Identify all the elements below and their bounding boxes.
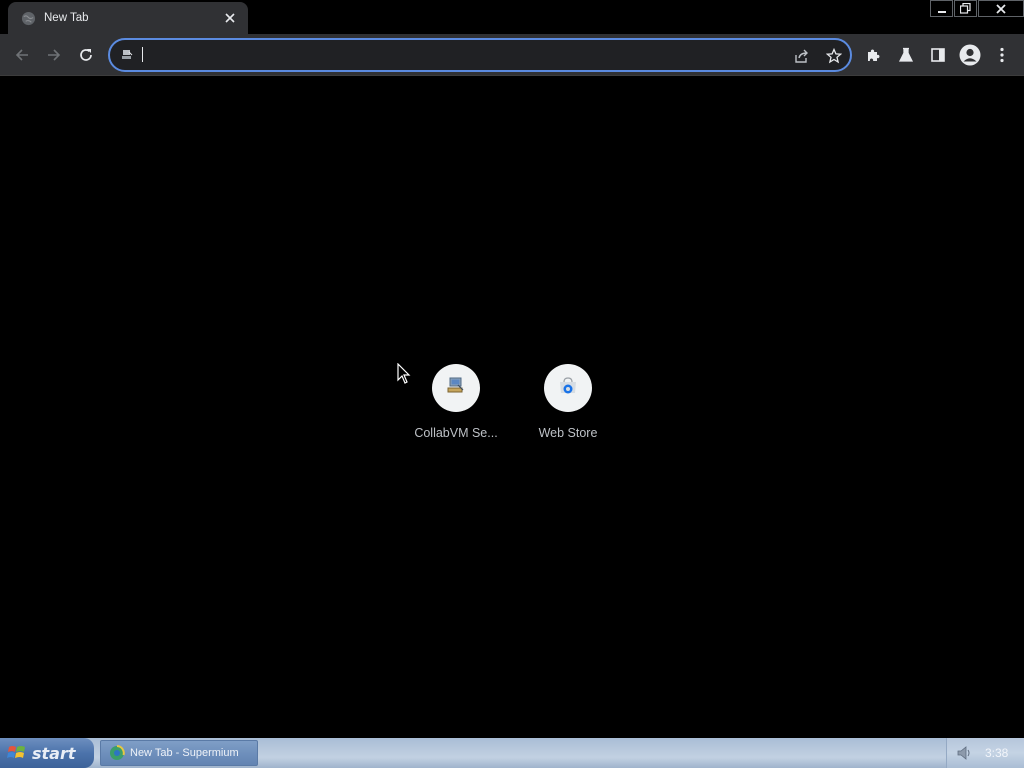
collabvm-icon xyxy=(120,48,134,62)
shortcut-icon-container xyxy=(432,364,480,412)
web-store-icon xyxy=(557,375,579,402)
forward-arrow-icon[interactable] xyxy=(39,40,69,70)
flask-icon[interactable] xyxy=(894,43,918,67)
shortcut-collabvm[interactable]: CollabVM Se... xyxy=(400,364,512,460)
shortcut-label: Web Store xyxy=(538,426,598,440)
reload-icon[interactable] xyxy=(71,40,101,70)
system-tray: 3:38 xyxy=(946,738,1024,768)
restore-icon[interactable] xyxy=(954,0,977,17)
back-arrow-icon[interactable] xyxy=(7,40,37,70)
shortcut-label: CollabVM Se... xyxy=(414,426,498,440)
tab-close-icon[interactable] xyxy=(222,10,238,26)
windows-logo-icon xyxy=(7,746,25,758)
shortcut-icon-container xyxy=(544,364,592,412)
share-icon[interactable] xyxy=(792,46,812,66)
start-button[interactable]: start xyxy=(0,738,94,768)
address-input[interactable] xyxy=(140,44,780,66)
taskbar-item-browser[interactable]: New Tab - Supermium xyxy=(100,740,258,766)
supermium-icon xyxy=(110,745,125,760)
window-controls xyxy=(929,0,1024,18)
tab-new-tab[interactable]: New Tab xyxy=(8,2,248,34)
side-panel-icon[interactable] xyxy=(926,43,950,67)
minimize-icon[interactable] xyxy=(930,0,953,17)
avatar-icon[interactable] xyxy=(958,43,982,67)
window-close-icon[interactable] xyxy=(978,0,1024,17)
browser-toolbar xyxy=(0,34,1024,76)
taskbar: start New Tab - Supermium 3:38 xyxy=(0,738,1024,768)
browser-titlebar: New Tab xyxy=(0,0,1024,34)
speaker-icon[interactable] xyxy=(955,744,973,762)
start-label: start xyxy=(32,743,76,763)
globe-icon xyxy=(21,11,36,26)
star-icon[interactable] xyxy=(824,46,844,66)
text-caret xyxy=(142,47,143,62)
tab-title: New Tab xyxy=(44,12,89,24)
mouse-cursor-icon xyxy=(397,362,411,385)
address-bar[interactable] xyxy=(108,38,852,72)
puzzle-icon[interactable] xyxy=(862,43,886,67)
new-tab-page: CollabVM Se... Web Store xyxy=(0,77,1024,738)
clock: 3:38 xyxy=(985,746,1009,760)
collabvm-icon xyxy=(446,376,466,401)
kebab-menu-icon[interactable] xyxy=(990,43,1014,67)
taskbar-item-label: New Tab - Supermium xyxy=(130,747,239,759)
shortcut-web-store[interactable]: Web Store xyxy=(512,364,624,460)
